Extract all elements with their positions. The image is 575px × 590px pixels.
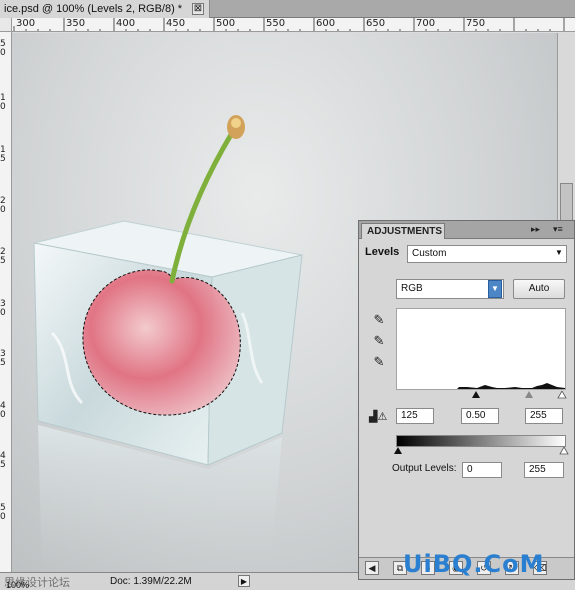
- ruler-label: 0: [0, 48, 6, 58]
- back-arrow-icon[interactable]: ◀: [365, 561, 379, 575]
- output-white-field[interactable]: 255: [524, 462, 564, 478]
- ruler-label: 5: [0, 154, 6, 164]
- ruler-label: 0: [0, 410, 6, 420]
- midtone-slider: [525, 391, 533, 398]
- document-info: Doc: 1.39M/22.2M: [110, 576, 192, 587]
- document-tab[interactable]: ice.psd @ 100% (Levels 2, RGB/8) *: [0, 0, 210, 18]
- channel-value: RGB: [401, 283, 423, 294]
- horizontal-ruler: 300 350 400 450 500 550 600 650 700 750: [12, 18, 575, 32]
- tab-adjustments[interactable]: ADJUSTMENTS: [361, 223, 445, 239]
- channel-chevron-down-icon[interactable]: ▼: [488, 280, 502, 298]
- panel-menu-icon[interactable]: ▾≡: [553, 224, 563, 235]
- ruler-label: 600: [316, 18, 336, 29]
- levels-histogram: [396, 308, 566, 390]
- output-white-value: 255: [529, 464, 546, 475]
- histogram-graph: [457, 383, 565, 389]
- ruler-label: 0: [0, 512, 6, 522]
- output-white-slider: [559, 447, 569, 455]
- chevron-down-icon: ▼: [555, 248, 563, 257]
- output-levels-label: Output Levels:: [392, 463, 457, 474]
- output-black-value: 0: [467, 464, 473, 475]
- ruler-label: 700: [416, 18, 436, 29]
- zoom-level[interactable]: 100%: [6, 580, 29, 590]
- ruler-label: 750: [466, 18, 486, 29]
- auto-button-label: Auto: [528, 283, 550, 294]
- output-black-field[interactable]: 0: [462, 462, 502, 478]
- site-watermark: UiBQ.CoM: [403, 550, 545, 578]
- output-sliders[interactable]: [394, 447, 569, 457]
- scrollbar-thumb[interactable]: [560, 183, 573, 223]
- input-gamma-field[interactable]: 0.50: [461, 408, 499, 424]
- ruler-label: 650: [366, 18, 386, 29]
- preset-dropdown[interactable]: Custom ▼: [407, 245, 567, 263]
- white-point-slider: [557, 391, 567, 399]
- output-gradient-bar: [396, 435, 566, 447]
- input-black-field[interactable]: 125: [396, 408, 434, 424]
- clip-warning-icon[interactable]: ▟⚠: [369, 409, 387, 425]
- collapse-panel-icon[interactable]: ▸▸: [531, 224, 540, 235]
- document-tab-bar: ice.psd @ 100% (Levels 2, RGB/8) * ⊠: [0, 0, 575, 18]
- ruler-label: 400: [116, 18, 136, 29]
- vertical-ruler: 5 0 1 0 1 5 2 0 2 5 3 0 3 5 4 0 4 5 5 0: [0, 32, 12, 572]
- ruler-corner: [0, 18, 12, 32]
- tab-adjustments-label: ADJUSTMENTS: [367, 226, 443, 237]
- input-white-field[interactable]: 255: [525, 408, 563, 424]
- gray-eyedropper-icon[interactable]: ✎: [371, 333, 387, 349]
- input-sliders[interactable]: [394, 391, 569, 401]
- ruler-label: 0: [0, 205, 6, 215]
- ruler-label: 450: [166, 18, 186, 29]
- adjustments-panel: ADJUSTMENTS ▸▸ ▾≡ Levels Custom ▼ RGB ▼ …: [358, 220, 575, 580]
- close-tab-icon[interactable]: ⊠: [192, 3, 204, 15]
- ruler-label: 300: [16, 18, 36, 29]
- ruler-ticks-top: [13, 18, 565, 31]
- input-black-value: 125: [401, 410, 418, 421]
- ruler-label: 5: [0, 256, 6, 266]
- ruler-label: 0: [0, 102, 6, 112]
- ruler-label: 350: [66, 18, 86, 29]
- document-tab-title: ice.psd @ 100% (Levels 2, RGB/8) *: [4, 3, 183, 15]
- ruler-label: 0: [0, 308, 6, 318]
- ruler-label: 550: [266, 18, 286, 29]
- preset-value: Custom: [412, 248, 447, 259]
- output-black-slider: [394, 447, 402, 454]
- panel-tab-bar: ADJUSTMENTS ▸▸ ▾≡: [359, 221, 574, 239]
- photoshop-window: ice.psd @ 100% (Levels 2, RGB/8) * ⊠ 300: [0, 0, 575, 590]
- ruler-label: 5: [0, 460, 6, 470]
- black-eyedropper-icon[interactable]: ✎: [371, 312, 387, 328]
- ruler-label: 500: [216, 18, 236, 29]
- black-point-slider: [472, 391, 480, 398]
- ruler-label: 5: [0, 358, 6, 368]
- levels-label: Levels: [365, 246, 400, 258]
- white-eyedropper-icon[interactable]: ✎: [371, 354, 387, 370]
- input-gamma-value: 0.50: [466, 410, 486, 421]
- input-white-value: 255: [530, 410, 547, 421]
- auto-button[interactable]: Auto: [513, 279, 565, 299]
- status-menu-arrow-icon[interactable]: ▶: [238, 575, 250, 587]
